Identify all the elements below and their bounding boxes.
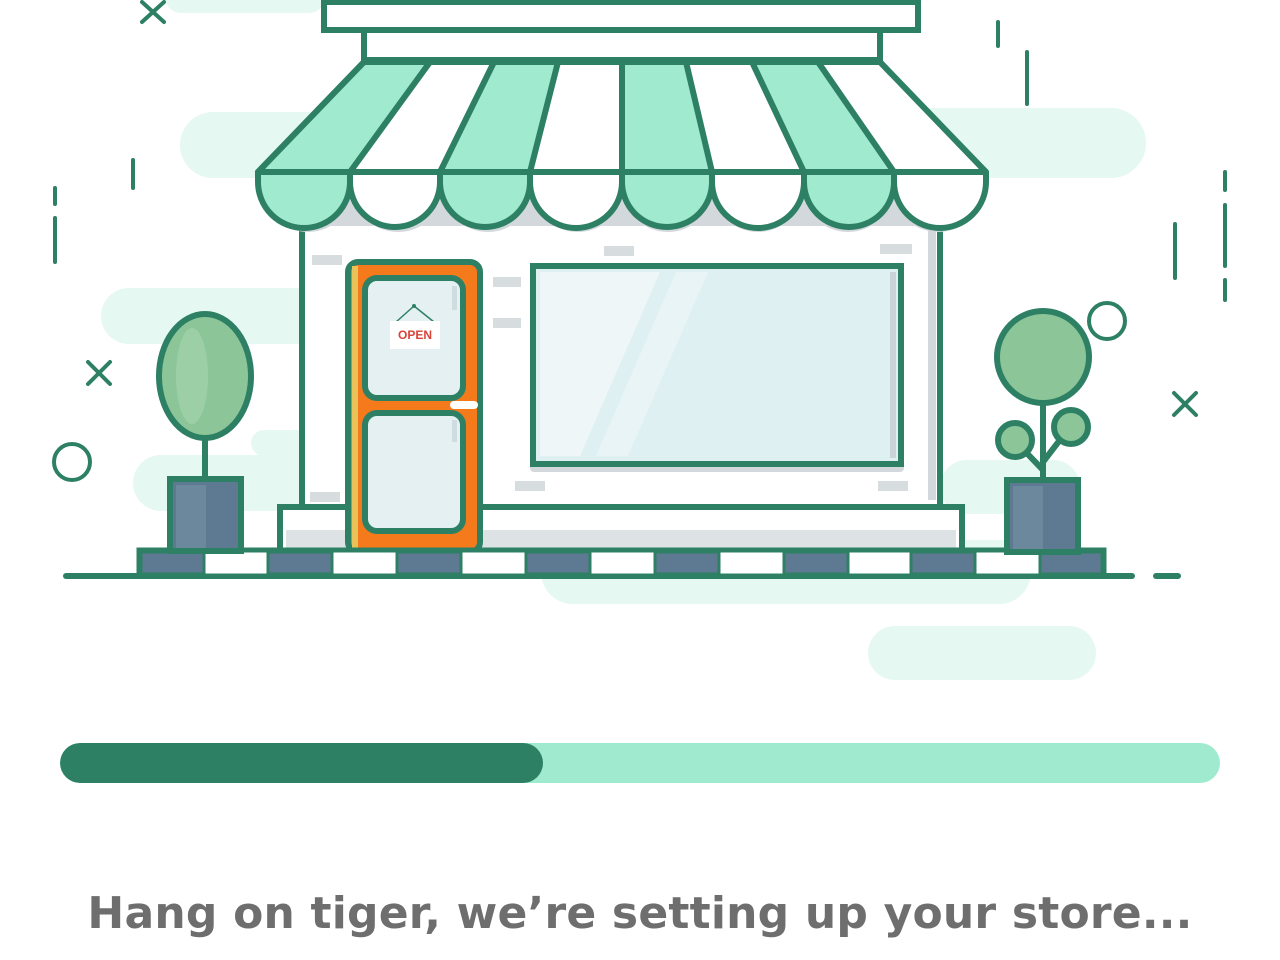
potted-plant-icon: [994, 308, 1092, 555]
storefront-illustration: OPEN: [52, 0, 1227, 680]
progress-bar: [60, 743, 1220, 783]
store-awning: [255, 0, 989, 232]
potted-plant-icon: [156, 311, 254, 554]
open-sign-label: OPEN: [398, 328, 432, 342]
progress-bar-fill: [60, 743, 543, 783]
shop-window: [530, 263, 904, 472]
loading-message: Hang on tiger, we’re setting up your sto…: [87, 888, 1193, 939]
